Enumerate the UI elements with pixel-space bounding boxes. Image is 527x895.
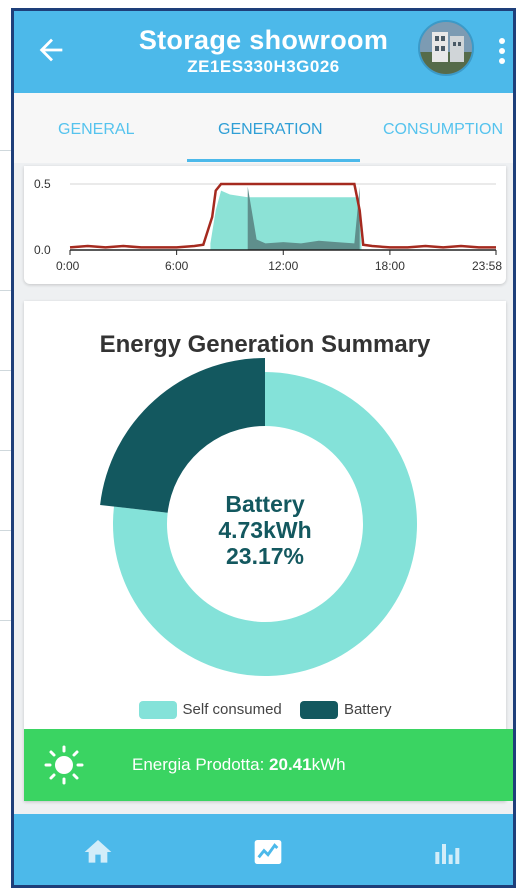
chart-line-icon[interactable] [252, 836, 284, 868]
bar-chart-icon[interactable] [430, 836, 462, 868]
sun-icon [44, 745, 84, 785]
x-tick-label: 18:00 [375, 259, 405, 273]
tab-bar: GENERAL GENERATION CONSUMPTION [14, 93, 513, 163]
summary-title: Energy Generation Summary [99, 331, 431, 358]
app-bar: Storage showroom ZE1ES330H3G026 [14, 11, 513, 93]
daily-generation-chart-card: 0.0 0.5 0:00 6:00 12:00 18:00 23:58 [24, 166, 506, 284]
home-icon[interactable] [82, 836, 114, 868]
tab-generation[interactable]: GENERATION [218, 121, 323, 139]
legend-item-battery[interactable]: Battery [299, 701, 392, 720]
donut-center-value: 4.73kWh [218, 517, 311, 543]
area-series-1 [210, 190, 362, 250]
energy-produced-unit: kWh [311, 755, 346, 774]
energy-produced-text: Energia Prodotta: 20.41kWh [132, 755, 346, 775]
chart-legend: Self consumed Battery [24, 701, 506, 721]
donut-slice-battery [100, 358, 265, 513]
donut-center-name: Battery [225, 491, 304, 517]
daily-generation-chart[interactable]: 0.0 0.5 0:00 6:00 12:00 18:00 23:58 [24, 166, 506, 284]
energy-produced-label: Energia Prodotta: [132, 755, 270, 774]
energy-produced-value: 20.41 [269, 755, 312, 774]
building-photo-icon [420, 22, 472, 74]
bottom-nav [14, 814, 513, 885]
x-tick-label: 6:00 [165, 259, 189, 273]
energy-donut-chart[interactable]: Battery4.73kWh23.17% [24, 356, 506, 696]
x-tick-label: 23:58 [472, 259, 502, 273]
legend-label: Self consumed [182, 701, 282, 719]
energy-produced-bar: Energia Prodotta: 20.41kWh [24, 729, 513, 801]
legend-swatch [299, 701, 338, 720]
energy-summary-card: Energy Generation Summary Battery 4.73kWh… [24, 301, 506, 801]
more-vertical-icon[interactable] [496, 35, 508, 69]
legend-item-self-consumed[interactable]: Self consumed [138, 701, 282, 720]
y-tick-label: 0.0 [34, 243, 51, 257]
legend-label: Battery [343, 701, 392, 719]
x-tick-label: 12:00 [268, 259, 298, 273]
donut-center-percent: 23.17% [226, 543, 304, 569]
tab-general[interactable]: GENERAL [58, 121, 134, 139]
tab-consumption[interactable]: CONSUMPTION [383, 121, 503, 139]
tab-indicator [187, 159, 360, 162]
x-tick-label: 0:00 [56, 259, 80, 273]
y-tick-label: 0.5 [34, 177, 51, 191]
avatar[interactable] [418, 20, 474, 76]
app-frame: Storage showroom ZE1ES330H3G026 GENERAL … [11, 8, 516, 888]
legend-swatch [138, 701, 177, 720]
